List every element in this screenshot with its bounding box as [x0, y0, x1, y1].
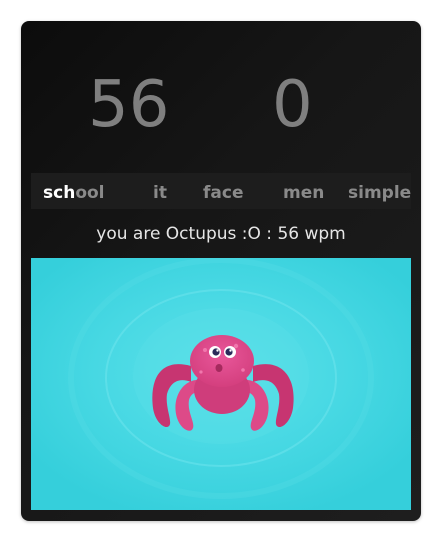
upcoming-word: men: [283, 173, 324, 209]
upcoming-word: simple: [348, 173, 411, 209]
word-text: face: [203, 183, 244, 203]
word-text: it: [153, 183, 167, 203]
word-text: men: [283, 183, 325, 203]
wpm-counter: 56: [88, 68, 170, 142]
result-message: you are Octupus :O : 56 wpm: [96, 224, 346, 244]
remaining-letters: ool: [75, 183, 105, 203]
typing-game-card: 56 0 school it face men simple you are O…: [21, 21, 421, 521]
current-word: school: [43, 173, 105, 209]
upcoming-word: face: [203, 173, 243, 209]
error-counter: 0: [272, 68, 313, 142]
typed-letters: sch: [43, 183, 76, 203]
upcoming-word: it: [153, 173, 167, 209]
water-background: [31, 258, 411, 510]
animal-scene: [31, 258, 411, 510]
word-text: simple: [348, 183, 411, 203]
word-strip[interactable]: school it face men simple: [31, 173, 411, 209]
